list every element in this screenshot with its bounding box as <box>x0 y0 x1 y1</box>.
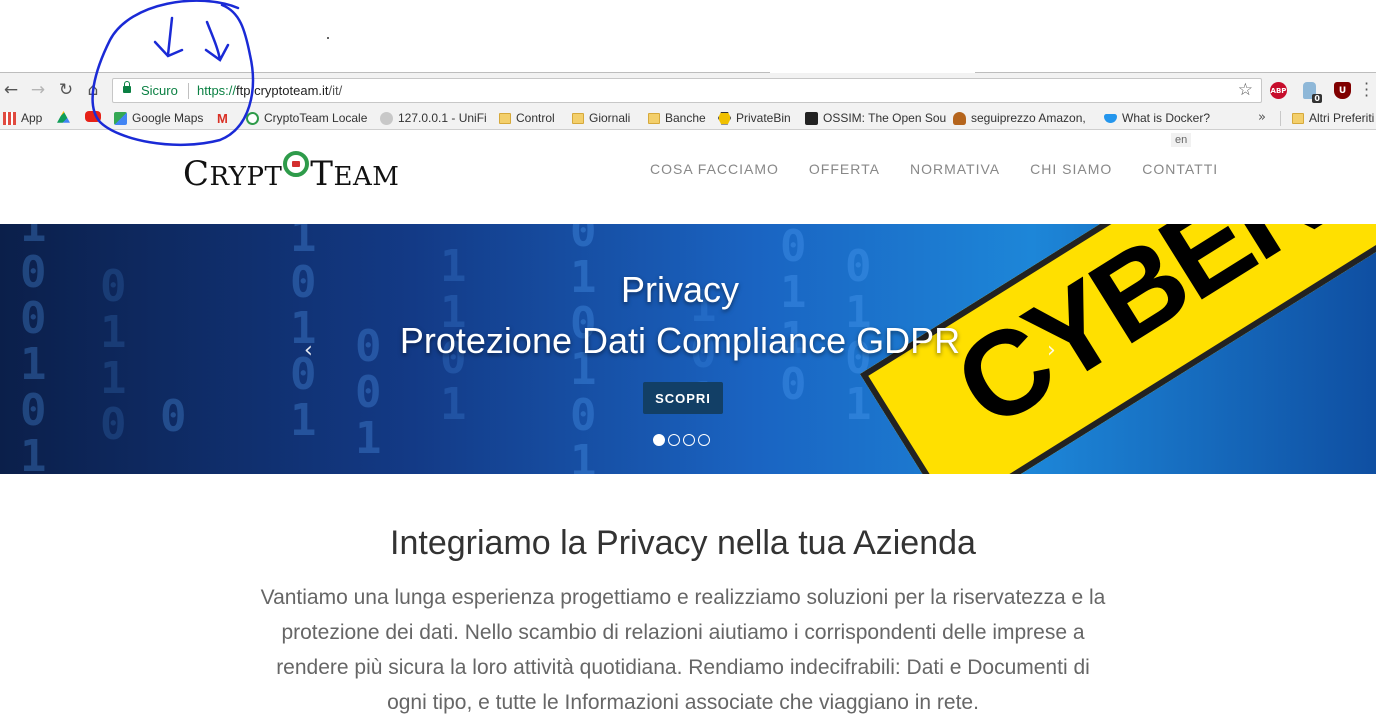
url-domain: ftp.cryptoteam.it <box>236 83 329 98</box>
nav-contatti[interactable]: CONTATTI <box>1142 161 1218 177</box>
logo-letters: RYPT <box>209 162 283 192</box>
bookmark-apps[interactable]: App <box>3 111 42 125</box>
bookmarks-overflow-chevron-icon[interactable]: » <box>1258 110 1266 125</box>
cryptoteam-icon <box>246 111 259 125</box>
hero-title: Privacy <box>620 269 740 310</box>
folder-icon <box>572 112 584 124</box>
adblock-plus-icon[interactable]: ABP <box>1270 82 1287 99</box>
section-heading: Integriamo la Privacy nella tua Azienda <box>390 524 976 562</box>
section-lead-text: Vantiamo una lunga esperienza progettiam… <box>260 586 1106 714</box>
unifi-icon <box>380 111 393 125</box>
bookmark-label: CryptoTeam Locale <box>264 111 368 125</box>
bookmark-folder-banche[interactable]: Banche <box>648 111 706 125</box>
bookmark-seguiprezzo[interactable]: seguiprezzo Amazon, <box>953 111 1086 125</box>
url-path: /it/ <box>328 83 343 98</box>
reload-icon[interactable]: ↻ <box>55 79 77 101</box>
nav-offerta[interactable]: OFFERTA <box>809 161 880 177</box>
bookmark-youtube[interactable] <box>85 111 106 122</box>
hero-subtitle: Protezione Dati Compliance GDPR <box>399 320 961 361</box>
nav-chi-siamo[interactable]: CHI SIAMO <box>1030 161 1112 177</box>
google-drive-icon <box>57 111 70 123</box>
ghost-badge: 0 <box>1312 94 1322 103</box>
address-bar[interactable]: Sicuro https://ftp.cryptoteam.it/it/ ☆ <box>112 78 1262 103</box>
lock-icon <box>123 81 131 93</box>
bookmark-docker[interactable]: What is Docker? <box>1104 111 1210 125</box>
bookmark-folder-giornali[interactable]: Giornali <box>572 111 630 125</box>
folder-icon <box>648 112 660 124</box>
bookmark-label: seguiprezzo Amazon, <box>971 111 1086 125</box>
youtube-icon <box>85 111 101 122</box>
docker-icon <box>1104 113 1117 123</box>
url-text[interactable]: https://ftp.cryptoteam.it/it/ <box>197 83 342 98</box>
privatebin-icon <box>718 111 731 125</box>
home-icon[interactable]: ⌂ <box>82 79 104 101</box>
bookmark-label: 127.0.0.1 - UniFi <box>398 111 487 125</box>
bookmark-privatebin[interactable]: PrivateBin <box>718 111 791 125</box>
bookmark-folder-control[interactable]: Control <box>499 111 555 125</box>
bookmark-label: Giornali <box>589 111 631 125</box>
logo-letter: C <box>183 154 210 194</box>
folder-icon <box>1292 112 1304 124</box>
bookmark-ossim[interactable]: OSSIM: The Open Sou <box>805 111 946 125</box>
language-switch[interactable]: en <box>1171 133 1192 147</box>
address-separator <box>188 83 189 99</box>
bookmark-label: Altri Preferiti <box>1309 111 1375 125</box>
url-scheme: https:// <box>197 83 237 98</box>
bookmarks-bar: App Google Maps M CryptoTeam Locale 127.… <box>0 108 1376 130</box>
cryptoteam-logo[interactable]: C RYPT T EAM <box>183 151 400 194</box>
bookmark-cryptoteam-locale[interactable]: CryptoTeam Locale <box>246 111 367 125</box>
logo-letter: T <box>310 154 334 194</box>
logo-lock-icon <box>283 151 310 177</box>
nav-normativa[interactable]: NORMATIVA <box>910 161 1000 177</box>
apps-grid-icon <box>3 111 16 125</box>
bookmark-label: Banche <box>665 111 706 125</box>
browser-toolbar: ← → ↻ ⌂ Sicuro https://ftp.cryptoteam.it… <box>0 73 1376 108</box>
forward-arrow-icon[interactable]: → <box>27 79 49 101</box>
ghostery-icon[interactable]: 0 <box>1303 82 1322 103</box>
carousel-dot[interactable] <box>668 434 680 446</box>
back-arrow-icon[interactable]: ← <box>0 79 22 101</box>
carousel-dot[interactable] <box>698 434 710 446</box>
bookmark-star-icon[interactable]: ☆ <box>1238 80 1253 100</box>
abp-label: ABP <box>1270 86 1287 95</box>
google-maps-icon <box>114 111 127 125</box>
main-nav: COSA FACCIAMO OFFERTA NORMATIVA CHI SIAM… <box>650 161 1218 177</box>
bookmark-label: What is Docker? <box>1122 111 1211 125</box>
ublock-label: U <box>1338 85 1347 96</box>
bookmark-google-maps[interactable]: Google Maps <box>114 111 203 125</box>
bookmarks-separator <box>1280 111 1281 126</box>
secure-label: Sicuro <box>141 83 178 98</box>
carousel-prev-icon[interactable]: ‹ <box>304 338 313 363</box>
carousel-dot[interactable] <box>653 434 665 446</box>
browser-tab-strip <box>0 0 1376 72</box>
seguiprezzo-icon <box>953 111 966 125</box>
gmail-icon: M <box>217 111 228 126</box>
bookmark-label: Google Maps <box>132 111 204 125</box>
ossim-icon <box>805 111 818 125</box>
bookmark-label: PrivateBin <box>736 111 791 125</box>
nav-cosa-facciamo[interactable]: COSA FACCIAMO <box>650 161 779 177</box>
site-header: C RYPT T EAM en COSA FACCIAMO OFFERTA NORMA… <box>0 131 1376 224</box>
carousel-indicators <box>653 434 710 446</box>
scopri-button[interactable]: SCOPRI <box>643 382 723 414</box>
carousel-next-icon[interactable]: › <box>1047 338 1056 363</box>
bookmark-unifi[interactable]: 127.0.0.1 - UniFi <box>380 111 487 125</box>
carousel-dot[interactable] <box>683 434 695 446</box>
bookmark-label: OSSIM: The Open Sou <box>823 111 947 125</box>
hero-carousel: 100101 0110 0 10101 001 1101 010101 101 … <box>0 224 1376 474</box>
folder-icon <box>499 112 511 124</box>
logo-letters: EAM <box>333 162 400 192</box>
ublock-icon[interactable]: U <box>1334 82 1351 99</box>
bookmark-drive[interactable] <box>57 111 75 124</box>
bookmark-gmail[interactable]: M <box>217 111 236 126</box>
browser-menu-icon[interactable]: · · · <box>1364 76 1369 104</box>
bookmark-other-folder[interactable]: Altri Preferiti <box>1292 111 1374 125</box>
bookmark-label: App <box>21 111 43 125</box>
bookmark-label: Control <box>516 111 555 125</box>
